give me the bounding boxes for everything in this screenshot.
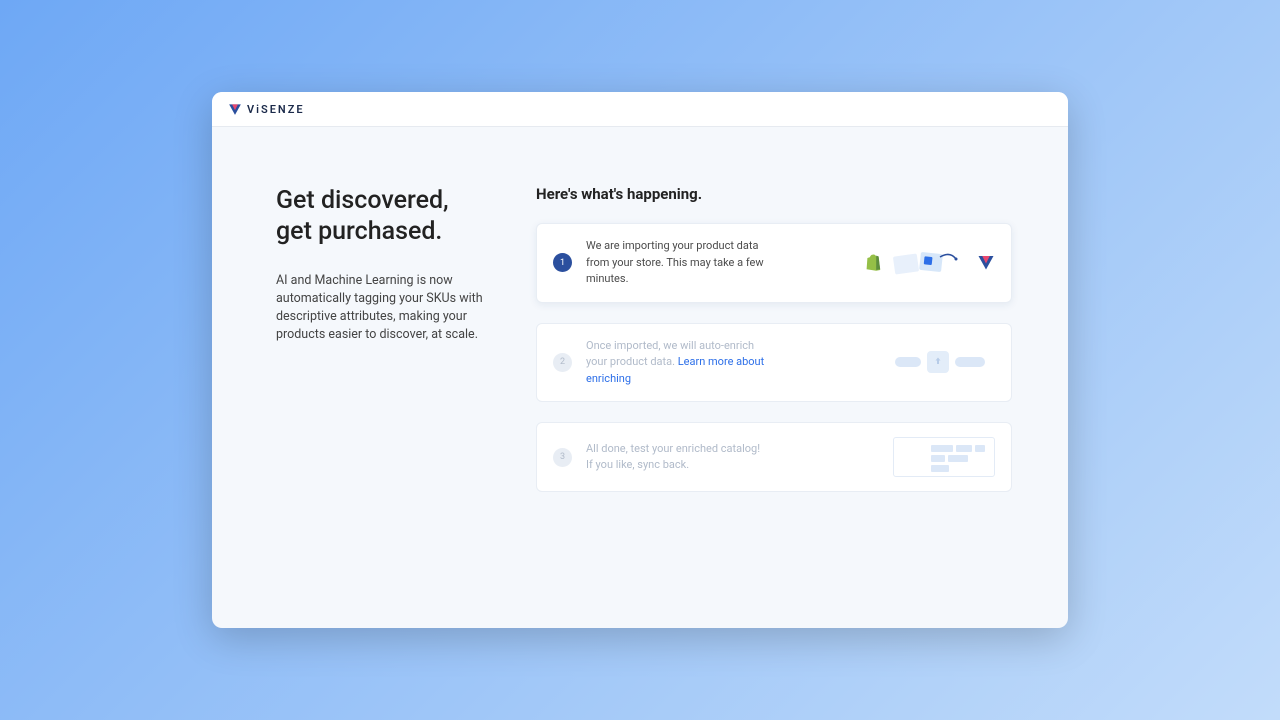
step-text-3: All done, test your enriched catalog! If… [586,441,776,474]
step-card-3: 3 All done, test your enriched catalog! … [536,422,1012,492]
brand-logo: ViSENZE [228,102,305,116]
step-number-1: 1 [553,253,572,272]
right-column: Here's what's happening. 1 We are import… [536,185,1012,628]
status-heading: Here's what's happening. [536,185,1012,203]
step-text-2: Once imported, we will auto-enrich your … [586,338,776,388]
headline-line2: get purchased. [276,217,442,246]
headline: Get discovered, get purchased. [276,185,496,248]
visenze-icon [977,253,995,271]
app-header: ViSENZE [212,92,1068,127]
left-column: Get discovered, get purchased. AI and Ma… [276,185,496,628]
visenze-logo-icon [228,102,242,116]
step-3-line1: All done, test your enriched catalog! [586,442,760,455]
step-number-3: 3 [553,448,572,467]
brand-name: ViSENZE [247,103,305,116]
import-illustration [865,247,995,279]
step-card-1: 1 We are importing your product data fro… [536,223,1012,303]
subtext: AI and Machine Learning is now automatic… [276,272,486,345]
placeholder-pill-icon [895,357,921,367]
placeholder-pill-icon [955,357,985,367]
enrich-illustration [895,348,995,376]
catalog-illustration [893,437,995,477]
step-3-line2: If you like, sync back. [586,458,689,471]
data-flow-icon [890,247,970,279]
step-text-1: We are importing your product data from … [586,238,776,288]
step-number-2: 2 [553,353,572,372]
headline-line1: Get discovered, [276,186,449,215]
app-window: ViSENZE Get discovered, get purchased. A… [212,92,1068,628]
placeholder-lines-icon [931,443,990,472]
shopify-icon [865,253,881,271]
app-body: Get discovered, get purchased. AI and Ma… [212,127,1068,628]
placeholder-upload-icon [927,351,949,373]
step-card-2: 2 Once imported, we will auto-enrich you… [536,323,1012,403]
